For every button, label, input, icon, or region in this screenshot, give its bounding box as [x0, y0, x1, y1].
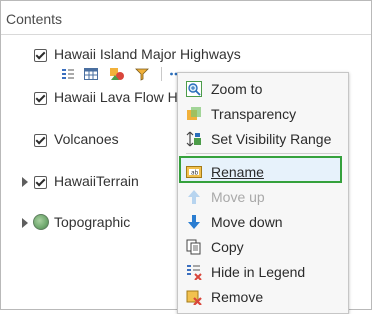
layer-visibility-checkbox[interactable] — [34, 176, 47, 189]
menu-item-label: Hide in Legend — [211, 264, 306, 280]
layer-visibility-checkbox[interactable] — [34, 92, 47, 105]
layer-row[interactable]: Hawaii Island Major Highways — [1, 46, 371, 68]
copy-icon — [186, 239, 202, 255]
menu-item-move-up: Move up — [178, 185, 348, 209]
layer-name[interactable]: Hawaii Lava Flow Ha — [54, 89, 186, 105]
show-legend-icon[interactable] — [61, 67, 75, 81]
menu-item-label: Set Visibility Range — [211, 131, 332, 147]
hide-in-legend-icon — [186, 264, 202, 281]
menu-separator — [186, 153, 340, 154]
basemap-globe-icon — [33, 214, 49, 230]
layer-visibility-checkbox[interactable] — [34, 134, 47, 147]
expand-arrow-icon[interactable] — [22, 218, 28, 228]
svg-text:ab: ab — [191, 170, 199, 177]
menu-item-copy[interactable]: Copy — [178, 235, 348, 259]
menu-item-hide-in-legend[interactable]: Hide in Legend — [178, 260, 348, 284]
menu-item-label: Move down — [211, 214, 283, 230]
toolbar-divider — [161, 67, 162, 81]
contents-header: Contents — [1, 1, 371, 35]
move-up-icon — [186, 189, 202, 205]
expand-arrow-icon[interactable] — [22, 177, 28, 187]
layer-context-menu: Zoom to Transparency Set Visibility Rang… — [177, 72, 349, 314]
menu-item-label: Rename — [211, 164, 264, 180]
menu-item-set-visibility-range[interactable]: Set Visibility Range — [178, 127, 348, 151]
change-style-icon[interactable] — [109, 67, 124, 81]
layer-visibility-checkbox[interactable] — [34, 49, 47, 62]
layer-name[interactable]: Volcanoes — [54, 131, 119, 147]
menu-item-move-down[interactable]: Move down — [178, 210, 348, 234]
layer-name[interactable]: HawaiiTerrain — [54, 173, 139, 189]
layer-name[interactable]: Hawaii Island Major Highways — [54, 46, 241, 62]
menu-item-transparency[interactable]: Transparency — [178, 102, 348, 126]
menu-item-rename-overlay[interactable]: ab Rename — [178, 160, 348, 184]
visibility-range-icon — [186, 131, 202, 147]
menu-item-label: Transparency — [211, 106, 297, 122]
panel-title: Contents — [6, 11, 63, 27]
remove-icon — [186, 289, 202, 306]
transparency-icon — [186, 106, 202, 122]
menu-item-label: Copy — [211, 239, 244, 255]
menu-item-remove[interactable]: Remove — [178, 285, 348, 309]
menu-item-label: Move up — [211, 189, 265, 205]
menu-item-zoom-to[interactable]: Zoom to — [178, 77, 348, 101]
perform-analysis-icon[interactable] — [135, 67, 149, 81]
menu-item-label: Remove — [211, 289, 264, 305]
basemap-name[interactable]: Topographic — [54, 214, 130, 230]
move-down-icon — [186, 214, 202, 230]
menu-item-label: Zoom to — [211, 81, 263, 97]
rename-icon: ab — [186, 164, 202, 180]
show-table-icon[interactable] — [84, 67, 98, 81]
zoom-to-icon — [186, 81, 202, 97]
